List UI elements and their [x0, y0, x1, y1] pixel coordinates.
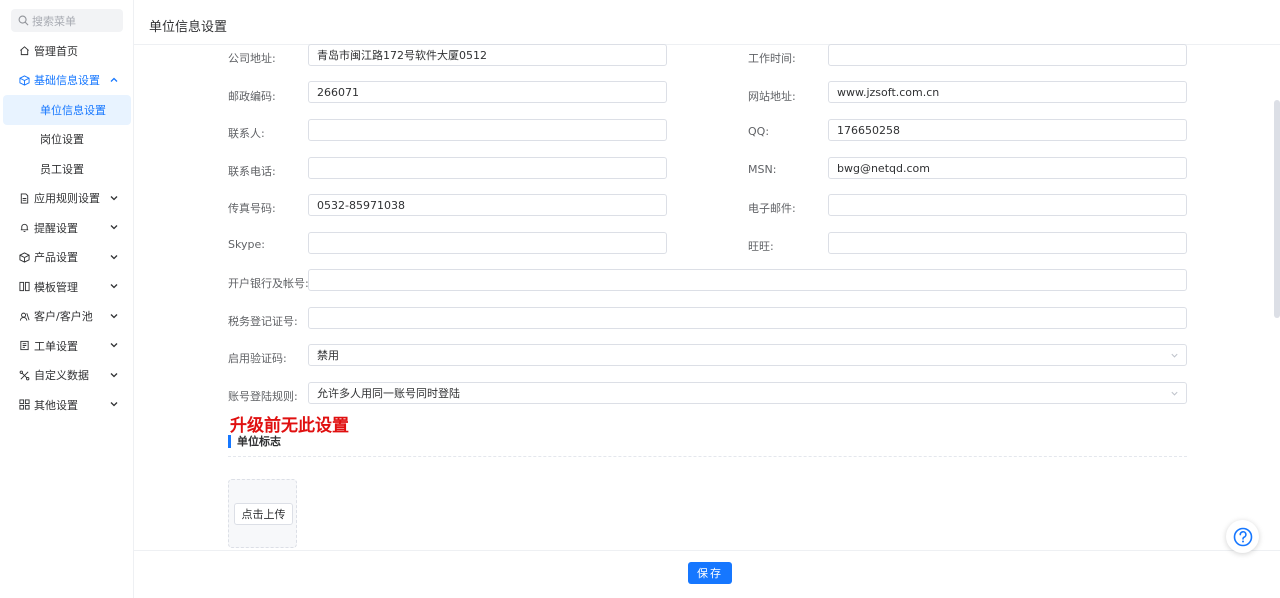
qq-label: QQ: — [748, 125, 770, 138]
wangwang-label: 旺旺: — [748, 240, 774, 253]
login-rule-value: 允许多人用同一账号同时登陆 — [317, 387, 460, 400]
website-label: 网站地址: — [748, 90, 796, 103]
search-placeholder: 搜索菜单 — [32, 14, 76, 28]
chevron-up-icon — [110, 77, 118, 82]
sidebar-item-label: 产品设置 — [34, 251, 78, 265]
chevron-down-icon — [110, 313, 118, 318]
chevron-down-icon — [110, 284, 118, 289]
company-address-label: 公司地址: — [228, 52, 276, 65]
custom-data-icon — [18, 369, 30, 381]
upgrade-note: 升级前无此设置 — [230, 416, 349, 436]
fax-input[interactable]: 0532-85971038 — [308, 194, 667, 216]
sidebar-subitem-label: 岗位设置 — [40, 133, 84, 147]
sidebar-item-label: 工单设置 — [34, 339, 78, 353]
save-button[interactable]: 保存 — [688, 562, 732, 584]
sidebar-item-products[interactable]: 产品设置 — [0, 243, 134, 273]
chevron-down-icon — [1171, 353, 1178, 358]
captcha-value: 禁用 — [317, 349, 339, 362]
sidebar: 搜索菜单 管理首页 基础信息设置 单位信息设置 岗位设置 员工设置 应用规则设置… — [0, 0, 134, 598]
divider — [228, 456, 1187, 457]
sidebar-item-label: 模板管理 — [34, 280, 78, 294]
grid-icon — [18, 399, 30, 411]
template-icon — [18, 281, 30, 293]
sidebar-item-customers[interactable]: 客户/客户池 — [0, 302, 134, 332]
phone-label: 联系电话: — [228, 165, 276, 178]
cube-icon — [18, 74, 30, 86]
document-icon — [18, 192, 30, 204]
work-time-label: 工作时间: — [748, 52, 796, 65]
chevron-down-icon — [110, 402, 118, 407]
msn-input[interactable]: bwg@netqd.com — [828, 157, 1187, 179]
sidebar-item-label: 自定义数据 — [34, 369, 89, 383]
skype-label: Skype: — [228, 238, 265, 251]
page-header: 单位信息设置 — [134, 0, 1280, 45]
bank-label: 开户银行及帐号: — [228, 277, 309, 290]
login-rule-label: 账号登陆规则: — [228, 390, 298, 403]
home-icon — [18, 45, 30, 57]
logo-upload-area[interactable]: 点击上传 — [228, 479, 297, 548]
sidebar-item-label: 客户/客户池 — [34, 310, 93, 324]
fax-label: 传真号码: — [228, 202, 276, 215]
wangwang-input[interactable] — [828, 232, 1187, 254]
sidebar-item-custom-data[interactable]: 自定义数据 — [0, 361, 134, 391]
sidebar-subitem-positions[interactable]: 岗位设置 — [0, 125, 134, 155]
postal-code-label: 邮政编码: — [228, 90, 276, 103]
sidebar-item-label: 其他设置 — [34, 398, 78, 412]
footer-bar: 保存 — [134, 550, 1280, 598]
box-icon — [18, 251, 30, 263]
sidebar-subitem-employees[interactable]: 员工设置 — [0, 154, 134, 184]
captcha-select[interactable]: 禁用 — [308, 344, 1187, 366]
contact-label: 联系人: — [228, 127, 265, 140]
sidebar-item-templates[interactable]: 模板管理 — [0, 272, 134, 302]
sidebar-subitem-unit-info[interactable]: 单位信息设置 — [3, 95, 131, 125]
chevron-down-icon — [1171, 391, 1178, 396]
qq-input[interactable]: 176650258 — [828, 119, 1187, 141]
sidebar-item-app-rules[interactable]: 应用规则设置 — [0, 184, 134, 214]
captcha-label: 启用验证码: — [228, 352, 287, 365]
bell-icon — [18, 222, 30, 234]
sidebar-item-label: 提醒设置 — [34, 221, 78, 235]
login-rule-select[interactable]: 允许多人用同一账号同时登陆 — [308, 382, 1187, 404]
tax-input[interactable] — [308, 307, 1187, 329]
company-address-input[interactable]: 青岛市闽江路172号软件大厦0512 — [308, 44, 667, 66]
bank-input[interactable] — [308, 269, 1187, 291]
sidebar-item-reminders[interactable]: 提醒设置 — [0, 213, 134, 243]
chevron-down-icon — [110, 343, 118, 348]
msn-label: MSN: — [748, 163, 777, 176]
search-icon — [18, 15, 29, 26]
chevron-down-icon — [110, 372, 118, 377]
search-input[interactable]: 搜索菜单 — [11, 9, 123, 32]
contact-input[interactable] — [308, 119, 667, 141]
chevron-down-icon — [110, 225, 118, 230]
ticket-icon — [18, 340, 30, 352]
upload-button[interactable]: 点击上传 — [234, 503, 293, 525]
email-input[interactable] — [828, 194, 1187, 216]
sidebar-item-basic-info[interactable]: 基础信息设置 — [0, 66, 134, 96]
website-input[interactable]: www.jzsoft.com.cn — [828, 81, 1187, 103]
sidebar-item-label: 管理首页 — [34, 44, 78, 58]
tax-label: 税务登记证号: — [228, 315, 298, 328]
work-time-input[interactable] — [828, 44, 1187, 66]
page-title: 单位信息设置 — [149, 20, 228, 35]
logo-section-title: 单位标志 — [228, 435, 281, 448]
sidebar-subitem-label: 单位信息设置 — [40, 103, 106, 117]
phone-input[interactable] — [308, 157, 667, 179]
skype-input[interactable] — [308, 232, 667, 254]
sidebar-item-tickets[interactable]: 工单设置 — [0, 331, 134, 361]
chevron-down-icon — [110, 195, 118, 200]
postal-code-input[interactable]: 266071 — [308, 81, 667, 103]
contacts-icon — [18, 310, 30, 322]
scrollbar-thumb[interactable] — [1274, 100, 1280, 318]
sidebar-menu: 管理首页 基础信息设置 单位信息设置 岗位设置 员工设置 应用规则设置 提醒设置 — [0, 36, 134, 420]
sidebar-subitem-label: 员工设置 — [40, 162, 84, 176]
sidebar-item-label: 应用规则设置 — [34, 192, 100, 206]
sidebar-item-other[interactable]: 其他设置 — [0, 390, 134, 420]
chevron-down-icon — [110, 254, 118, 259]
question-icon — [1233, 527, 1252, 546]
sidebar-item-label: 基础信息设置 — [34, 74, 100, 88]
email-label: 电子邮件: — [748, 202, 796, 215]
sidebar-item-home[interactable]: 管理首页 — [0, 36, 134, 66]
help-button[interactable] — [1226, 520, 1259, 553]
